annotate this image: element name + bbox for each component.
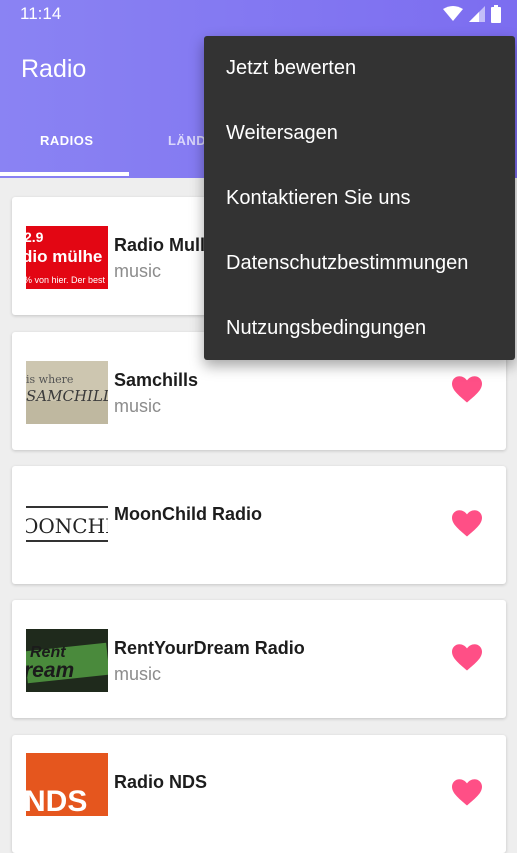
station-card[interactable]: NDS Radio NDS [12, 735, 506, 853]
wifi-icon [443, 6, 463, 21]
logo-text-2: SAMCHILL [26, 387, 108, 405]
menu-item-terms-of-use[interactable]: Nutzungsbedingungen [204, 296, 515, 361]
status-time: 11:14 [20, 4, 62, 23]
status-icons [443, 5, 501, 23]
station-name: MoonChild Radio [114, 504, 262, 524]
logo-text-2: ream [26, 659, 74, 682]
signal-icon [469, 6, 485, 22]
menu-item-contact[interactable]: Kontaktieren Sie uns [204, 166, 515, 231]
station-card[interactable]: Rent ream RentYourDream Radio music [12, 600, 506, 718]
overflow-menu: Jetzt bewerten Weitersagen Kontaktieren … [204, 36, 515, 360]
favorite-heart-icon[interactable] [452, 376, 482, 404]
station-logo: is where SAMCHILL [26, 361, 108, 424]
menu-item-rate[interactable]: Jetzt bewerten [204, 36, 515, 101]
tab-countries[interactable]: LÄND [168, 133, 206, 148]
logo-text-2: dio mülhe [26, 247, 102, 266]
menu-item-share[interactable]: Weitersagen [204, 101, 515, 166]
logo-text-1: is where [26, 373, 73, 386]
station-genre: music [114, 261, 162, 281]
logo-text-1: OONCHILD [26, 514, 108, 538]
status-bar: 11:14 [0, 0, 517, 28]
station-card[interactable]: OONCHILD MoonChild Radio [12, 466, 506, 584]
station-name: Samchills [114, 370, 199, 390]
favorite-heart-icon[interactable] [452, 644, 482, 672]
tab-radios[interactable]: RADIOS [40, 133, 94, 148]
station-name: Radio Mull [114, 235, 205, 255]
battery-icon [491, 5, 501, 23]
logo-text-1: 2.9 [26, 229, 44, 245]
logo-text-3: % von hier. Der best [26, 275, 106, 285]
favorite-heart-icon[interactable] [452, 779, 482, 807]
station-name: Radio NDS [114, 772, 208, 792]
station-logo: 2.9 dio mülhe % von hier. Der best [26, 226, 108, 289]
station-genre: music [114, 664, 162, 684]
app-title: Radio [21, 55, 87, 83]
favorite-heart-icon[interactable] [452, 510, 482, 538]
station-logo: OONCHILD [26, 495, 108, 558]
station-genre: music [114, 396, 162, 416]
menu-item-privacy-policy[interactable]: Datenschutzbestimmungen [204, 231, 515, 296]
logo-text-1: NDS [26, 785, 87, 816]
station-name: RentYourDream Radio [114, 638, 305, 658]
station-logo: NDS [26, 753, 108, 816]
tab-indicator [0, 172, 129, 176]
station-logo: Rent ream [26, 629, 108, 692]
